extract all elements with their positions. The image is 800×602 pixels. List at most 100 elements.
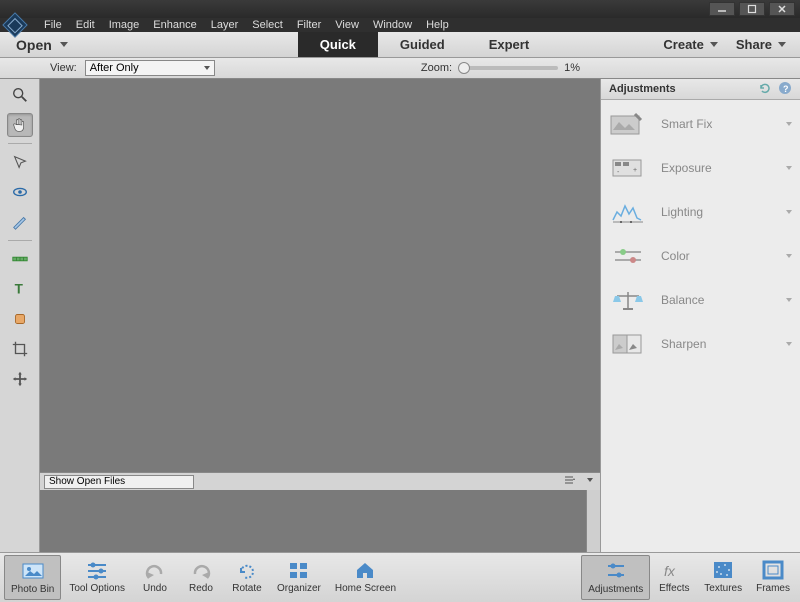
share-button[interactable]: Share [736,37,786,52]
adjustment-exposure[interactable]: +- Exposure [609,154,792,182]
type-tool[interactable]: T [7,277,33,301]
menu-file[interactable]: File [44,19,62,31]
undo-icon [142,559,168,581]
frames-icon [760,559,786,581]
whiten-teeth-tool[interactable] [7,210,33,234]
home-icon [352,559,378,581]
zoom-slider[interactable] [458,66,558,70]
zoom-label: Zoom: [421,62,452,74]
menu-image[interactable]: Image [109,19,140,31]
move-tool[interactable] [7,367,33,391]
color-icon [609,242,647,270]
bb-adjustments[interactable]: Adjustments [581,555,650,600]
zoom-value: 1% [564,62,580,74]
tab-quick[interactable]: Quick [298,32,378,57]
create-button[interactable]: Create [663,37,717,52]
hand-tool[interactable] [7,113,33,137]
photo-bin-icon [20,560,46,582]
menu-layer[interactable]: Layer [211,19,239,31]
balance-icon [609,286,647,314]
bin-collapse-icon[interactable] [584,473,596,491]
bb-textures[interactable]: Textures [698,555,748,600]
adjustment-label: Smart Fix [661,117,772,131]
straighten-tool[interactable] [7,247,33,271]
svg-text:+: + [633,167,637,174]
adjustment-lighting[interactable]: Lighting [609,198,792,226]
help-icon[interactable]: ? [778,81,792,98]
minimize-button[interactable] [709,2,735,16]
canvas-area: Show Open Files [40,79,600,552]
bb-undo[interactable]: Undo [133,555,177,600]
chevron-down-icon [786,342,792,346]
menu-edit[interactable]: Edit [76,19,95,31]
adjustment-sharpen[interactable]: Sharpen [609,330,792,358]
open-button[interactable]: Open [16,37,68,53]
bb-photo-bin[interactable]: Photo Bin [4,555,61,600]
maximize-button[interactable] [739,2,765,16]
bottom-toolbar: Photo Bin Tool Options Undo Redo Rotate … [0,552,800,602]
bb-organizer[interactable]: Organizer [271,555,327,600]
adjustment-color[interactable]: Color [609,242,792,270]
bb-rotate[interactable]: Rotate [225,555,269,600]
panel-header: Adjustments ? [601,79,800,100]
menu-enhance[interactable]: Enhance [153,19,196,31]
adjustments-icon [603,560,629,582]
svg-text:T: T [14,282,23,297]
adjustment-label: Balance [661,293,772,307]
panel-body: Smart Fix +- Exposure Lighting Color Bal… [601,100,800,552]
svg-text:fx: fx [664,563,676,579]
open-label: Open [16,37,52,53]
menu-window[interactable]: Window [373,19,412,31]
zoom-tool[interactable] [7,83,33,107]
quick-select-tool[interactable] [7,150,33,174]
crop-tool[interactable] [7,337,33,361]
slider-thumb[interactable] [458,62,470,74]
adjustment-balance[interactable]: Balance [609,286,792,314]
mode-bar: Open Quick Guided Expert Create Share [0,32,800,58]
adjustment-label: Lighting [661,205,772,219]
menu-help[interactable]: Help [426,19,449,31]
tab-expert[interactable]: Expert [467,32,551,57]
tool-options-icon [84,559,110,581]
eye-tool[interactable] [7,180,33,204]
svg-text:?: ? [783,84,789,94]
bb-effects[interactable]: fx Effects [652,555,696,600]
tool-column: T [0,79,40,552]
photo-bin-scrollbar[interactable] [586,490,600,552]
menu-view[interactable]: View [335,19,359,31]
bin-menu-icon[interactable] [564,473,576,491]
organizer-icon [286,559,312,581]
bb-frames[interactable]: Frames [750,555,796,600]
menu-select[interactable]: Select [252,19,283,31]
reset-icon[interactable] [758,81,772,98]
close-button[interactable] [769,2,795,16]
view-dropdown[interactable]: After Only [85,60,215,76]
adjustments-panel: Adjustments ? Smart Fix +- Exposure Ligh… [600,79,800,552]
lighting-icon [609,198,647,226]
adjustment-label: Color [661,249,772,263]
bb-redo[interactable]: Redo [179,555,223,600]
photo-bin-dropdown[interactable]: Show Open Files [44,475,194,489]
rotate-icon [234,559,260,581]
photo-bin [40,490,600,552]
menu-filter[interactable]: Filter [297,19,321,31]
adjustment-label: Exposure [661,161,772,175]
tool-separator [8,240,32,241]
sharpen-icon [609,330,647,358]
workspace: T Show Open Files Adjustments ? [0,79,800,552]
chevron-down-icon [204,66,210,70]
tool-separator [8,143,32,144]
spot-heal-tool[interactable] [7,307,33,331]
tab-guided[interactable]: Guided [378,32,467,57]
canvas[interactable] [40,79,600,472]
adjustment-smart-fix[interactable]: Smart Fix [609,110,792,138]
caret-down-icon [710,42,718,47]
textures-icon [710,559,736,581]
chevron-down-icon [786,254,792,258]
bb-home-screen[interactable]: Home Screen [329,555,402,600]
window-titlebar [0,0,800,18]
chevron-down-icon [786,122,792,126]
menu-bar: File Edit Image Enhance Layer Select Fil… [0,18,800,32]
photo-bin-bar: Show Open Files [40,472,600,490]
bb-tool-options[interactable]: Tool Options [63,555,131,600]
